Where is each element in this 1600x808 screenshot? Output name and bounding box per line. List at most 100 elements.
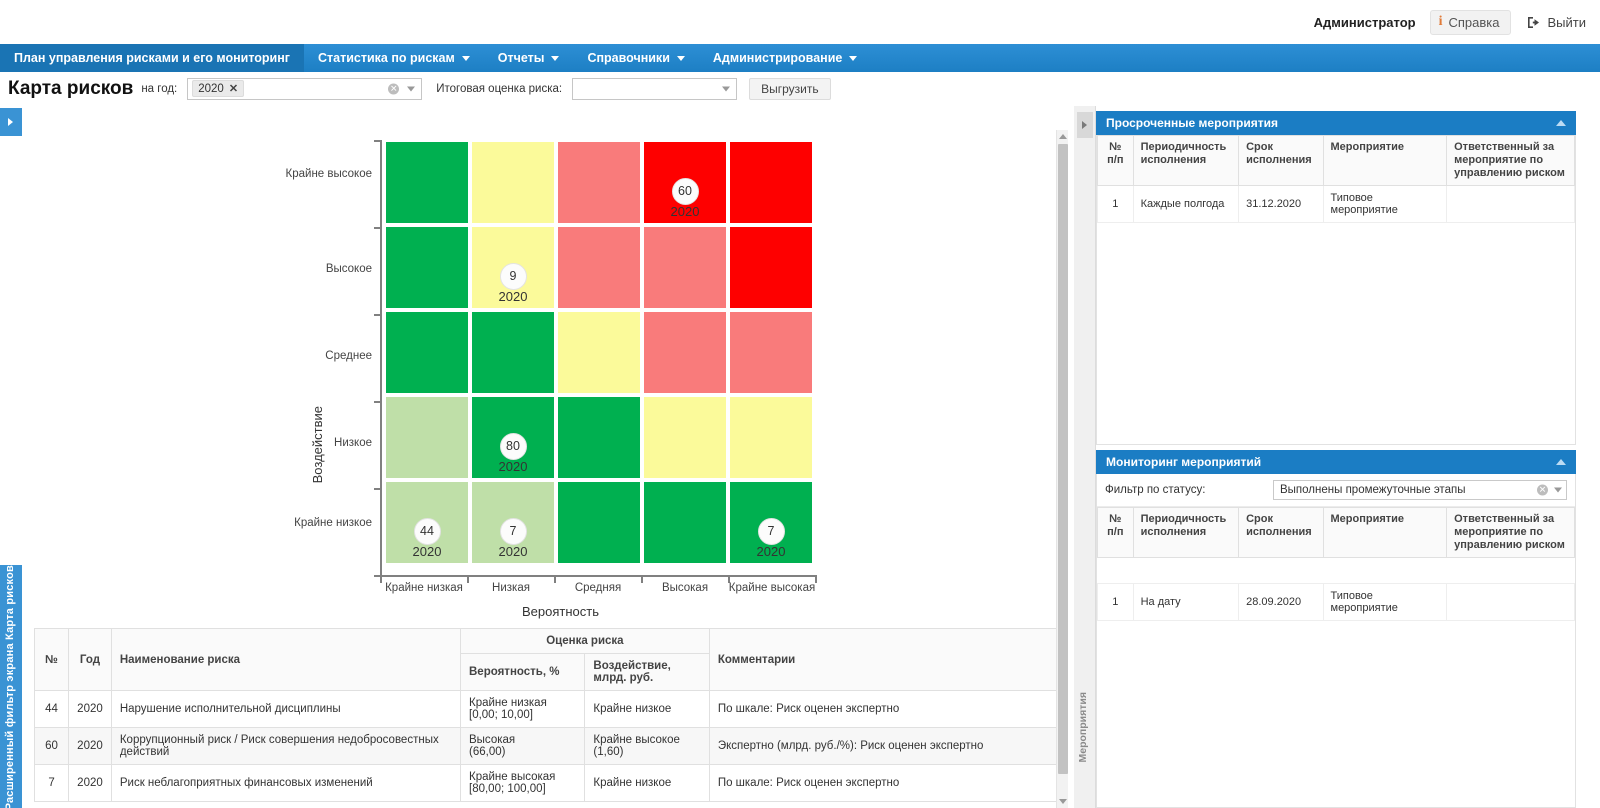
clear-icon[interactable]: ✕	[1537, 484, 1548, 496]
risk-matrix-cell[interactable]	[642, 225, 728, 310]
export-button[interactable]: Выгрузить	[749, 77, 831, 100]
table-header-group-row: № Год Наименование риска Оценка риска Ко…	[34, 628, 1057, 691]
chevron-up-icon[interactable]	[1556, 459, 1566, 465]
risk-evaluation-select[interactable]	[572, 77, 738, 100]
chevron-down-icon	[551, 55, 560, 61]
table-row[interactable]: 1 Каждые полгода 31.12.2020 Типовое меропри…	[1097, 185, 1575, 223]
clear-icon[interactable]: ✕	[388, 83, 400, 94]
table-row[interactable]: 1 На дату 28.09.2020 Типовое мероприятие	[1097, 583, 1575, 621]
y-axis-line	[380, 140, 382, 577]
cell-impact: Крайне высокое (1,60)	[584, 727, 710, 765]
cell-comments: По шкале: Риск оценен экспертно	[708, 690, 1057, 728]
risk-bubble-year: 2020	[756, 543, 786, 559]
logout-button[interactable]: Выйти	[1527, 15, 1586, 30]
year-tag-label: 2020	[198, 82, 224, 95]
cell-comments: По шкале: Риск оценен экспертно	[708, 764, 1057, 802]
advanced-filter-tab[interactable]: Расширенный фильтр экрана Карта рисков	[0, 565, 22, 808]
cell-number: 1	[1097, 185, 1134, 223]
scroll-down-icon[interactable]	[1059, 799, 1067, 804]
chevron-down-icon[interactable]	[722, 86, 731, 91]
cell-activity: Типовое мероприятие	[1322, 583, 1448, 621]
risk-bubble-value: 7	[757, 517, 785, 545]
left-pane-scrollbar[interactable]	[1056, 130, 1068, 808]
advanced-filter-tab-label: Расширенный фильтр экрана Карта рисков	[4, 565, 16, 808]
chevron-down-icon[interactable]	[1554, 487, 1562, 493]
risk-bubble-value: 7	[499, 517, 527, 545]
cell-probability: Крайне высокая [80,00; 100,00]	[459, 764, 586, 802]
x-axis-label: Крайне низкая	[385, 582, 463, 594]
menu-item-reports[interactable]: Отчеты	[484, 44, 574, 72]
menu-item-references[interactable]: Справочники	[573, 44, 698, 72]
risk-table-container: № Год Наименование риска Оценка риска Ко…	[34, 628, 1057, 808]
cell-periodicity: На дату	[1132, 583, 1240, 621]
risk-matrix-cell[interactable]	[556, 310, 642, 395]
risk-matrix-cell[interactable]	[728, 140, 814, 225]
scrollbar-thumb[interactable]	[1058, 144, 1068, 774]
th-number: № п/п	[1097, 507, 1134, 558]
risk-matrix-cell[interactable]	[556, 140, 642, 225]
risk-matrix-cell[interactable]	[470, 140, 556, 225]
th-deadline: Срок исполнения	[1238, 135, 1324, 186]
risk-matrix-cell[interactable]	[556, 480, 642, 565]
activities-tab-label[interactable]: Мероприятия	[1077, 692, 1089, 762]
chevron-down-icon	[676, 55, 685, 61]
chevron-down-icon[interactable]	[407, 86, 416, 91]
y-axis-tick	[374, 140, 382, 142]
risk-bubble[interactable]: 44 2020	[397, 517, 457, 559]
table-header-row: № п/п Периодичность исполнения Срок исполне…	[1097, 507, 1575, 558]
cell-comments: Экспертно (млрд. руб./%): Риск оценен эк…	[708, 727, 1057, 765]
risk-matrix-cell[interactable]	[384, 310, 470, 395]
top-bar: Администратор i Справка Выйти	[0, 0, 1600, 44]
chevron-down-icon	[461, 55, 470, 61]
risk-matrix-grid	[384, 140, 814, 565]
table-row[interactable]: 44 2020 Нарушение исполнительной дисциплин…	[34, 690, 1057, 728]
th-activity: Мероприятие	[1322, 507, 1448, 558]
risk-matrix-cell[interactable]	[728, 395, 814, 480]
y-axis-label: Крайне низкое	[294, 517, 372, 529]
th-probability: Вероятность, %	[459, 653, 586, 691]
risk-bubble[interactable]: 60 2020	[655, 177, 715, 219]
remove-tag-icon[interactable]: ✕	[229, 82, 238, 95]
table-spacer-row	[1098, 558, 1575, 584]
risk-matrix-cell[interactable]	[384, 395, 470, 480]
cell-number: 44	[34, 690, 70, 728]
table-row[interactable]: 60 2020 Коррупционный риск / Риск совершен…	[34, 727, 1057, 765]
cell-responsible	[1446, 185, 1575, 223]
risk-matrix-cell[interactable]	[556, 395, 642, 480]
risk-map-pane: Воздействие Вероятность Крайне высокое В…	[22, 106, 1070, 808]
x-axis-label: Крайне высокая	[728, 582, 816, 594]
y-axis-label: Высокое	[325, 263, 372, 275]
menu-item-statistics[interactable]: Статистика по рискам	[304, 44, 484, 72]
help-button[interactable]: i Справка	[1429, 9, 1511, 35]
risk-matrix-cell[interactable]	[384, 225, 470, 310]
risk-matrix-cell[interactable]	[728, 310, 814, 395]
left-panel-expand-button[interactable]	[0, 108, 22, 136]
risk-matrix-cell[interactable]	[470, 310, 556, 395]
chevron-up-icon[interactable]	[1556, 120, 1566, 126]
risk-matrix-cell[interactable]	[556, 225, 642, 310]
year-multiselect[interactable]: 2020 ✕ ✕	[187, 77, 423, 100]
th-risk-name: Наименование риска	[110, 628, 462, 691]
table-row[interactable]: 7 2020 Риск неблагоприятных финансовых изм…	[34, 764, 1057, 802]
risk-bubble[interactable]: 9 2020	[483, 262, 543, 304]
menu-item-risk-plan[interactable]: План управления рисками и его мониторинг	[0, 44, 305, 72]
risk-bubble[interactable]: 7 2020	[741, 517, 801, 559]
activity-link[interactable]: Типовое мероприятие	[1331, 590, 1398, 614]
y-axis-tick	[374, 401, 382, 403]
scroll-up-icon[interactable]	[1059, 134, 1067, 139]
risk-bubble-year: 2020	[498, 458, 528, 474]
status-filter-select[interactable]: Выполнены промежуточные этапы ✕	[1273, 480, 1567, 500]
menu-item-administration[interactable]: Администрирование	[699, 44, 871, 72]
activity-link[interactable]: Типовое мероприятие	[1331, 192, 1398, 216]
risk-bubble[interactable]: 80 2020	[483, 432, 543, 474]
right-panel-expand-button[interactable]	[1077, 112, 1093, 138]
y-axis-labels: Крайне высокое Высокое Среднее Низкое Кр…	[254, 106, 372, 586]
risk-bubble[interactable]: 7 2020	[483, 517, 543, 559]
risk-matrix-cell[interactable]	[642, 395, 728, 480]
risk-matrix-cell[interactable]	[384, 140, 470, 225]
spacer-cell	[1098, 558, 1575, 584]
risk-matrix-cell[interactable]	[728, 225, 814, 310]
cell-deadline: 28.09.2020	[1238, 583, 1324, 621]
risk-matrix-cell[interactable]	[642, 310, 728, 395]
risk-matrix-cell[interactable]	[642, 480, 728, 565]
